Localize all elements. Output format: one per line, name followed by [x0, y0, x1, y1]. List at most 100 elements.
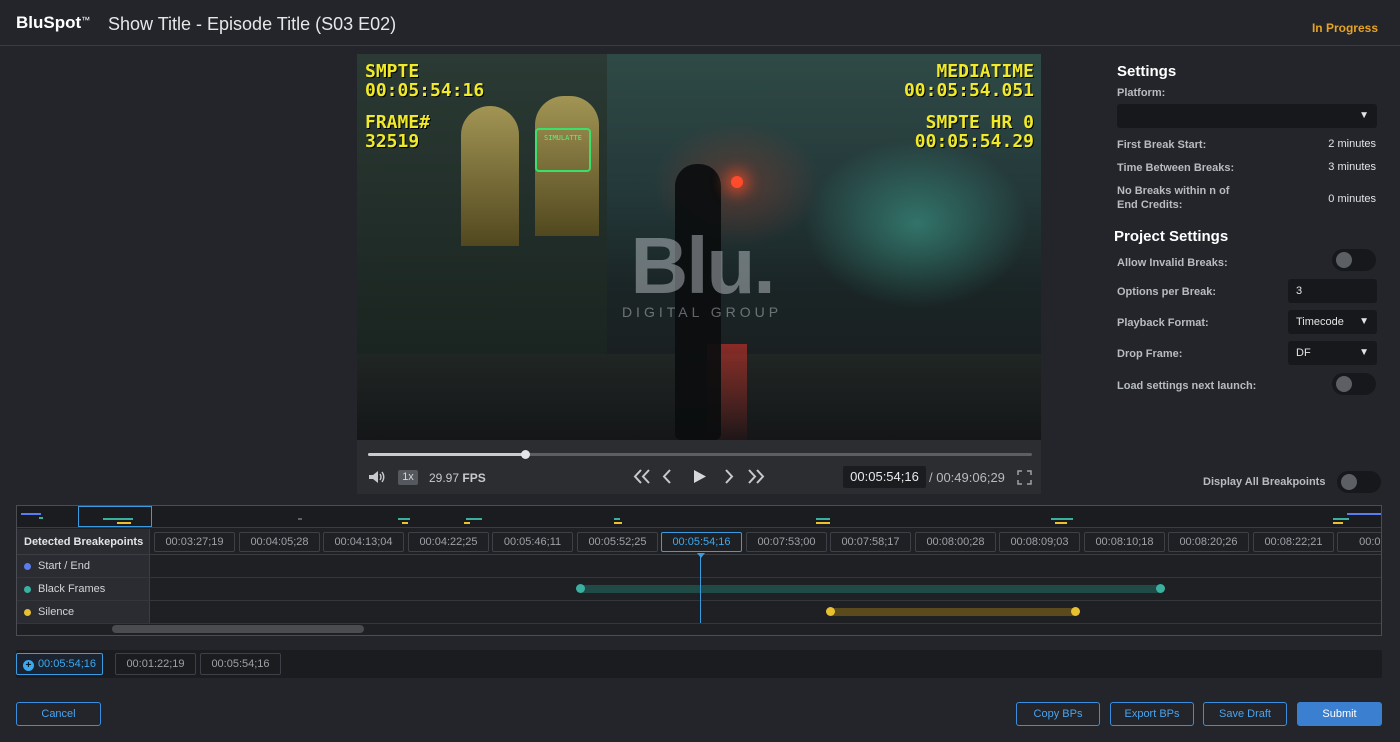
- fast-rewind-icon[interactable]: [633, 469, 651, 484]
- save-draft-button[interactable]: Save Draft: [1203, 702, 1287, 726]
- breakpoint-chip[interactable]: 00:01:22;19: [115, 653, 196, 675]
- first-break-value: 2 minutes: [1328, 138, 1376, 150]
- track-label: Silence: [17, 601, 150, 623]
- load-settings-toggle[interactable]: [1332, 373, 1376, 395]
- black-frames-dot-icon: [24, 585, 31, 593]
- track-start-end: Start / End: [17, 555, 1381, 578]
- timecode-cell[interactable]: 00:04:13;04: [323, 532, 404, 552]
- breakpoint-chip-active[interactable]: +00:05:54;16: [16, 653, 103, 675]
- submit-button[interactable]: Submit: [1297, 702, 1382, 726]
- chevron-down-icon: ▼: [1359, 347, 1369, 358]
- overview-marker: [1333, 518, 1349, 520]
- timecode-cell[interactable]: 00:08:09;03: [999, 532, 1080, 552]
- video-preview[interactable]: SIMULATTE Blu. DIGITAL GROUP SMPTE 00:05…: [357, 54, 1041, 440]
- track-label: Black Frames: [17, 578, 150, 600]
- timeline-overview[interactable]: [17, 506, 1381, 528]
- playhead-marker[interactable]: [697, 553, 705, 558]
- project-settings-title: Project Settings: [1114, 228, 1229, 245]
- timecode-cell[interactable]: 00:04:22;25: [408, 532, 489, 552]
- no-breaks-value: 0 minutes: [1328, 193, 1376, 205]
- step-forward-icon[interactable]: [724, 469, 734, 484]
- black-frames-start-handle[interactable]: [576, 584, 585, 593]
- overview-viewport[interactable]: [78, 506, 152, 527]
- silence-end-handle[interactable]: [1071, 607, 1080, 616]
- silence-start-handle[interactable]: [826, 607, 835, 616]
- video-watermark: Blu. DIGITAL GROUP: [621, 221, 783, 321]
- overview-marker: [117, 522, 131, 524]
- overview-marker: [816, 522, 830, 524]
- platform-label: Platform:: [1117, 87, 1166, 99]
- speed-button[interactable]: 1x: [398, 470, 418, 485]
- timecode-row: Detected Breakepoints 00:03:27;19 00:04:0…: [17, 529, 1381, 555]
- track-silence: Silence: [17, 601, 1381, 624]
- seek-bar[interactable]: [368, 450, 1032, 459]
- drop-frame-label: Drop Frame:: [1117, 348, 1183, 360]
- start-end-dot-icon: [24, 562, 31, 570]
- status-badge: In Progress: [1311, 21, 1378, 35]
- seek-progress: [368, 453, 525, 456]
- seek-handle[interactable]: [521, 450, 530, 459]
- overview-marker: [614, 522, 622, 524]
- timecode-cell[interactable]: 00:07:53;00: [746, 532, 827, 552]
- overview-marker: [1333, 522, 1343, 524]
- app-header: BluSpot™ Show Title - Episode Title (S03…: [0, 0, 1400, 46]
- timecode-cell[interactable]: 00:05:46;11: [492, 532, 573, 552]
- overview-marker: [398, 518, 410, 520]
- timecode-cell[interactable]: 00:08:22;21: [1253, 532, 1334, 552]
- drop-frame-select[interactable]: DF ▼: [1288, 341, 1377, 365]
- timecode-cell[interactable]: 00:08:20;26: [1168, 532, 1249, 552]
- timecode-cell[interactable]: 00:05:52;25: [577, 532, 658, 552]
- first-break-label: First Break Start:: [1117, 139, 1207, 151]
- load-settings-label: Load settings next launch:: [1117, 380, 1257, 392]
- timecode-cell[interactable]: 00:03:27;19: [154, 532, 235, 552]
- breakpoint-timeline: Detected Breakepoints 00:03:27;19 00:04:0…: [16, 505, 1382, 636]
- fullscreen-icon[interactable]: [1017, 470, 1032, 485]
- no-breaks-label: No Breaks within n of End Credits:: [1117, 185, 1230, 211]
- fast-forward-icon[interactable]: [747, 469, 765, 484]
- timecode-cell[interactable]: 00:08:00;28: [915, 532, 996, 552]
- options-per-break-input[interactable]: 3: [1288, 279, 1377, 303]
- black-frames-end-handle[interactable]: [1156, 584, 1165, 593]
- breakpoint-chip[interactable]: 00:05:54;16: [200, 653, 281, 675]
- overview-marker: [816, 518, 830, 520]
- play-icon[interactable]: [693, 469, 707, 484]
- step-back-icon[interactable]: [662, 469, 672, 484]
- settings-title: Settings: [1117, 63, 1177, 80]
- overview-marker: [464, 522, 470, 524]
- between-breaks-label: Time Between Breaks:: [1117, 162, 1235, 174]
- volume-icon[interactable]: [368, 470, 386, 484]
- fps-readout: 29.97 FPS: [429, 471, 486, 485]
- timecode-cell-active[interactable]: 00:05:54;16: [661, 532, 742, 552]
- detected-breakpoints-header: Detected Breakepoints: [17, 529, 150, 554]
- smpte-hr-overlay: SMPTE HR 0 00:05:54.29: [914, 112, 1034, 152]
- frame-overlay: FRAME# 32519: [365, 112, 431, 152]
- copy-bps-button[interactable]: Copy BPs: [1016, 702, 1100, 726]
- display-all-toggle[interactable]: [1337, 471, 1381, 493]
- current-timecode: 00:05:54;16: [843, 466, 926, 488]
- allow-invalid-toggle[interactable]: [1332, 249, 1376, 271]
- timecode-cell[interactable]: 00:08:2: [1337, 532, 1381, 552]
- black-frames-segment[interactable]: [581, 585, 1161, 593]
- silence-segment[interactable]: [831, 608, 1076, 616]
- overview-marker: [21, 513, 41, 515]
- video-scene-sign: SIMULATTE: [535, 128, 591, 172]
- cancel-button[interactable]: Cancel: [16, 702, 101, 726]
- overview-marker: [298, 518, 302, 520]
- silence-dot-icon: [24, 608, 31, 616]
- timeline-scrollbar[interactable]: [112, 625, 364, 633]
- timecode-cell[interactable]: 00:07:58;17: [830, 532, 911, 552]
- playhead-line[interactable]: [700, 553, 701, 623]
- page-title: Show Title - Episode Title (S03 E02): [108, 14, 397, 34]
- allow-invalid-label: Allow Invalid Breaks:: [1117, 257, 1228, 269]
- timecode-cell[interactable]: 00:08:10;18: [1084, 532, 1165, 552]
- overview-marker: [39, 517, 43, 519]
- export-bps-button[interactable]: Export BPs: [1110, 702, 1194, 726]
- duration-timecode: / 00:49:06;29: [929, 470, 1005, 485]
- track-black-frames: Black Frames: [17, 578, 1381, 601]
- track-label: Start / End: [17, 555, 150, 577]
- video-scene-window: [461, 106, 519, 246]
- platform-select[interactable]: ▼: [1117, 104, 1377, 128]
- timecode-cell[interactable]: 00:04:05;28: [239, 532, 320, 552]
- playback-format-select[interactable]: Timecode ▼: [1288, 310, 1377, 334]
- playback-format-label: Playback Format:: [1117, 317, 1209, 329]
